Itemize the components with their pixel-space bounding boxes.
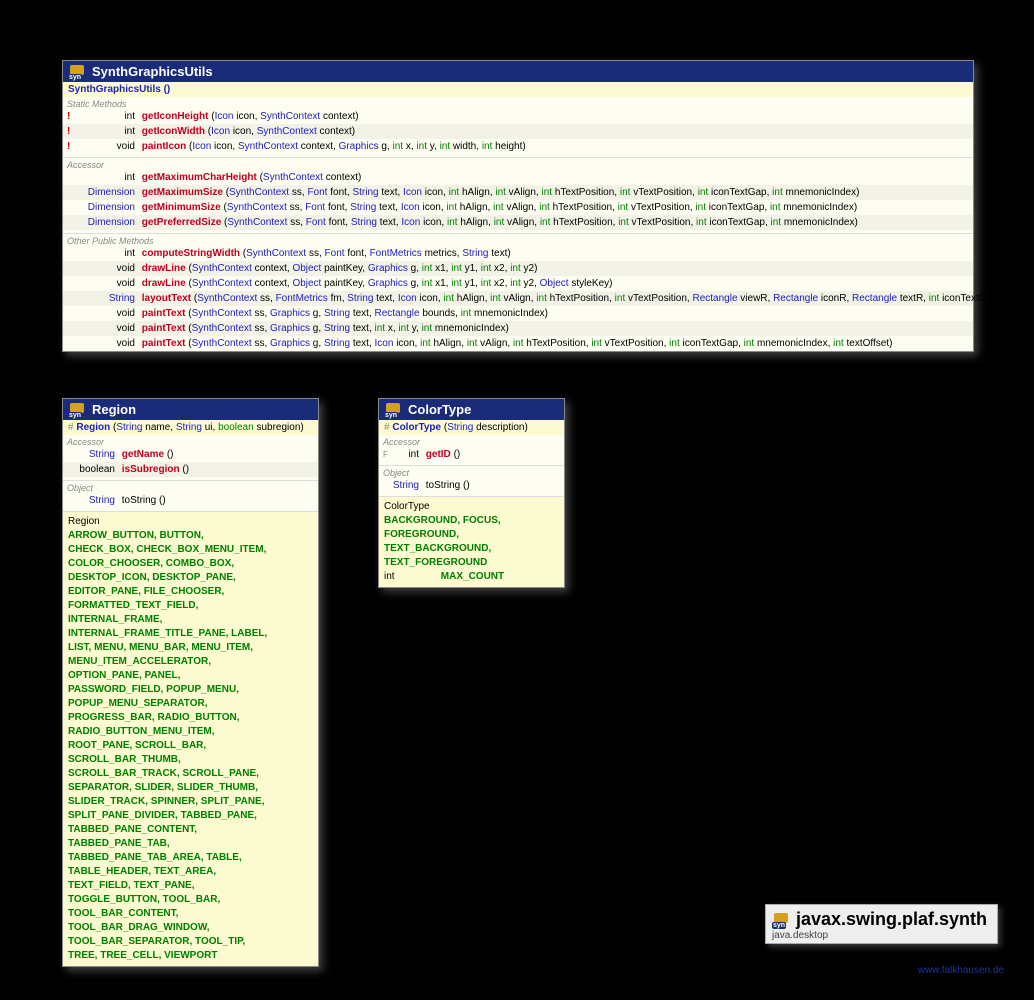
class-title: SynthGraphicsUtils bbox=[92, 64, 213, 79]
constructor-row: SynthGraphicsUtils () bbox=[63, 82, 973, 97]
field-names: MAX_COUNT bbox=[441, 570, 504, 584]
class-synthgraphicsutils: SynthGraphicsUtils SynthGraphicsUtils ()… bbox=[62, 60, 974, 352]
class-region: Region # Region (String name, String ui,… bbox=[62, 398, 319, 967]
section-other: Other Public Methods bbox=[63, 233, 973, 246]
method-row: !int getIconHeight (Icon icon, SynthCont… bbox=[63, 109, 973, 124]
package-label: javax.swing.plaf.synth java.desktop bbox=[765, 904, 998, 944]
method-row: String layoutText (SynthContext ss, Font… bbox=[63, 291, 973, 306]
method-row: int getMaximumCharHeight (SynthContext c… bbox=[63, 170, 973, 185]
field-type: Region bbox=[68, 515, 112, 529]
field-type: int bbox=[384, 570, 438, 584]
field-type: ColorType bbox=[384, 500, 438, 514]
class-header: ColorType bbox=[379, 399, 564, 420]
method-row: Dimension getPreferredSize (SynthContext… bbox=[63, 215, 973, 230]
class-header: Region bbox=[63, 399, 318, 420]
method-row: Dimension getMinimumSize (SynthContext s… bbox=[63, 200, 973, 215]
method-row: !void paintIcon (Icon icon, SynthContext… bbox=[63, 139, 973, 154]
fields-box: ColorType BACKGROUND, FOCUS, FOREGROUND,… bbox=[379, 496, 564, 587]
method-row: Fint getID () bbox=[379, 447, 564, 462]
watermark: www.falkhausen.de bbox=[918, 965, 1004, 976]
constructor-label: SynthGraphicsUtils () bbox=[68, 84, 170, 95]
class-colortype: ColorType # ColorType (String descriptio… bbox=[378, 398, 565, 588]
section-accessor: Accessor bbox=[63, 435, 318, 447]
class-title: Region bbox=[92, 402, 136, 417]
method-row: String getName () bbox=[63, 447, 318, 462]
section-accessor: Accessor bbox=[379, 435, 564, 447]
package-name: javax.swing.plaf.synth bbox=[796, 909, 987, 930]
method-row: void drawLine (SynthContext context, Obj… bbox=[63, 261, 973, 276]
class-header: SynthGraphicsUtils bbox=[63, 61, 973, 82]
method-row: void paintText (SynthContext ss, Graphic… bbox=[63, 306, 973, 321]
method-row: boolean isSubregion () bbox=[63, 462, 318, 477]
field-names: BACKGROUND, FOCUS, FOREGROUND, TEXT_BACK… bbox=[384, 514, 504, 570]
method-row: int computeStringWidth (SynthContext ss,… bbox=[63, 246, 973, 261]
method-row: void paintText (SynthContext ss, Graphic… bbox=[63, 336, 973, 351]
constructor-row: # ColorType (String description) bbox=[379, 420, 564, 435]
section-object: Object bbox=[63, 480, 318, 493]
method-row: String toString () bbox=[379, 478, 564, 493]
method-row: String toString () bbox=[63, 493, 318, 508]
section-object: Object bbox=[379, 465, 564, 478]
syn-icon bbox=[68, 65, 86, 79]
syn-icon bbox=[384, 403, 402, 417]
class-title: ColorType bbox=[408, 402, 471, 417]
section-static: Static Methods bbox=[63, 97, 973, 109]
constructor-row: # Region (String name, String ui, boolea… bbox=[63, 420, 318, 435]
method-row: void drawLine (SynthContext context, Obj… bbox=[63, 276, 973, 291]
package-module: java.desktop bbox=[772, 930, 987, 941]
method-row: void paintText (SynthContext ss, Graphic… bbox=[63, 321, 973, 336]
method-row: Dimension getMaximumSize (SynthContext s… bbox=[63, 185, 973, 200]
syn-icon bbox=[68, 403, 86, 417]
fields-box: Region ARROW_BUTTON, BUTTON, CHECK_BOX, … bbox=[63, 511, 318, 966]
method-row: !int getIconWidth (Icon icon, SynthConte… bbox=[63, 124, 973, 139]
field-names: ARROW_BUTTON, BUTTON, CHECK_BOX, CHECK_B… bbox=[68, 529, 268, 963]
section-accessor: Accessor bbox=[63, 157, 973, 170]
syn-icon bbox=[772, 913, 790, 927]
